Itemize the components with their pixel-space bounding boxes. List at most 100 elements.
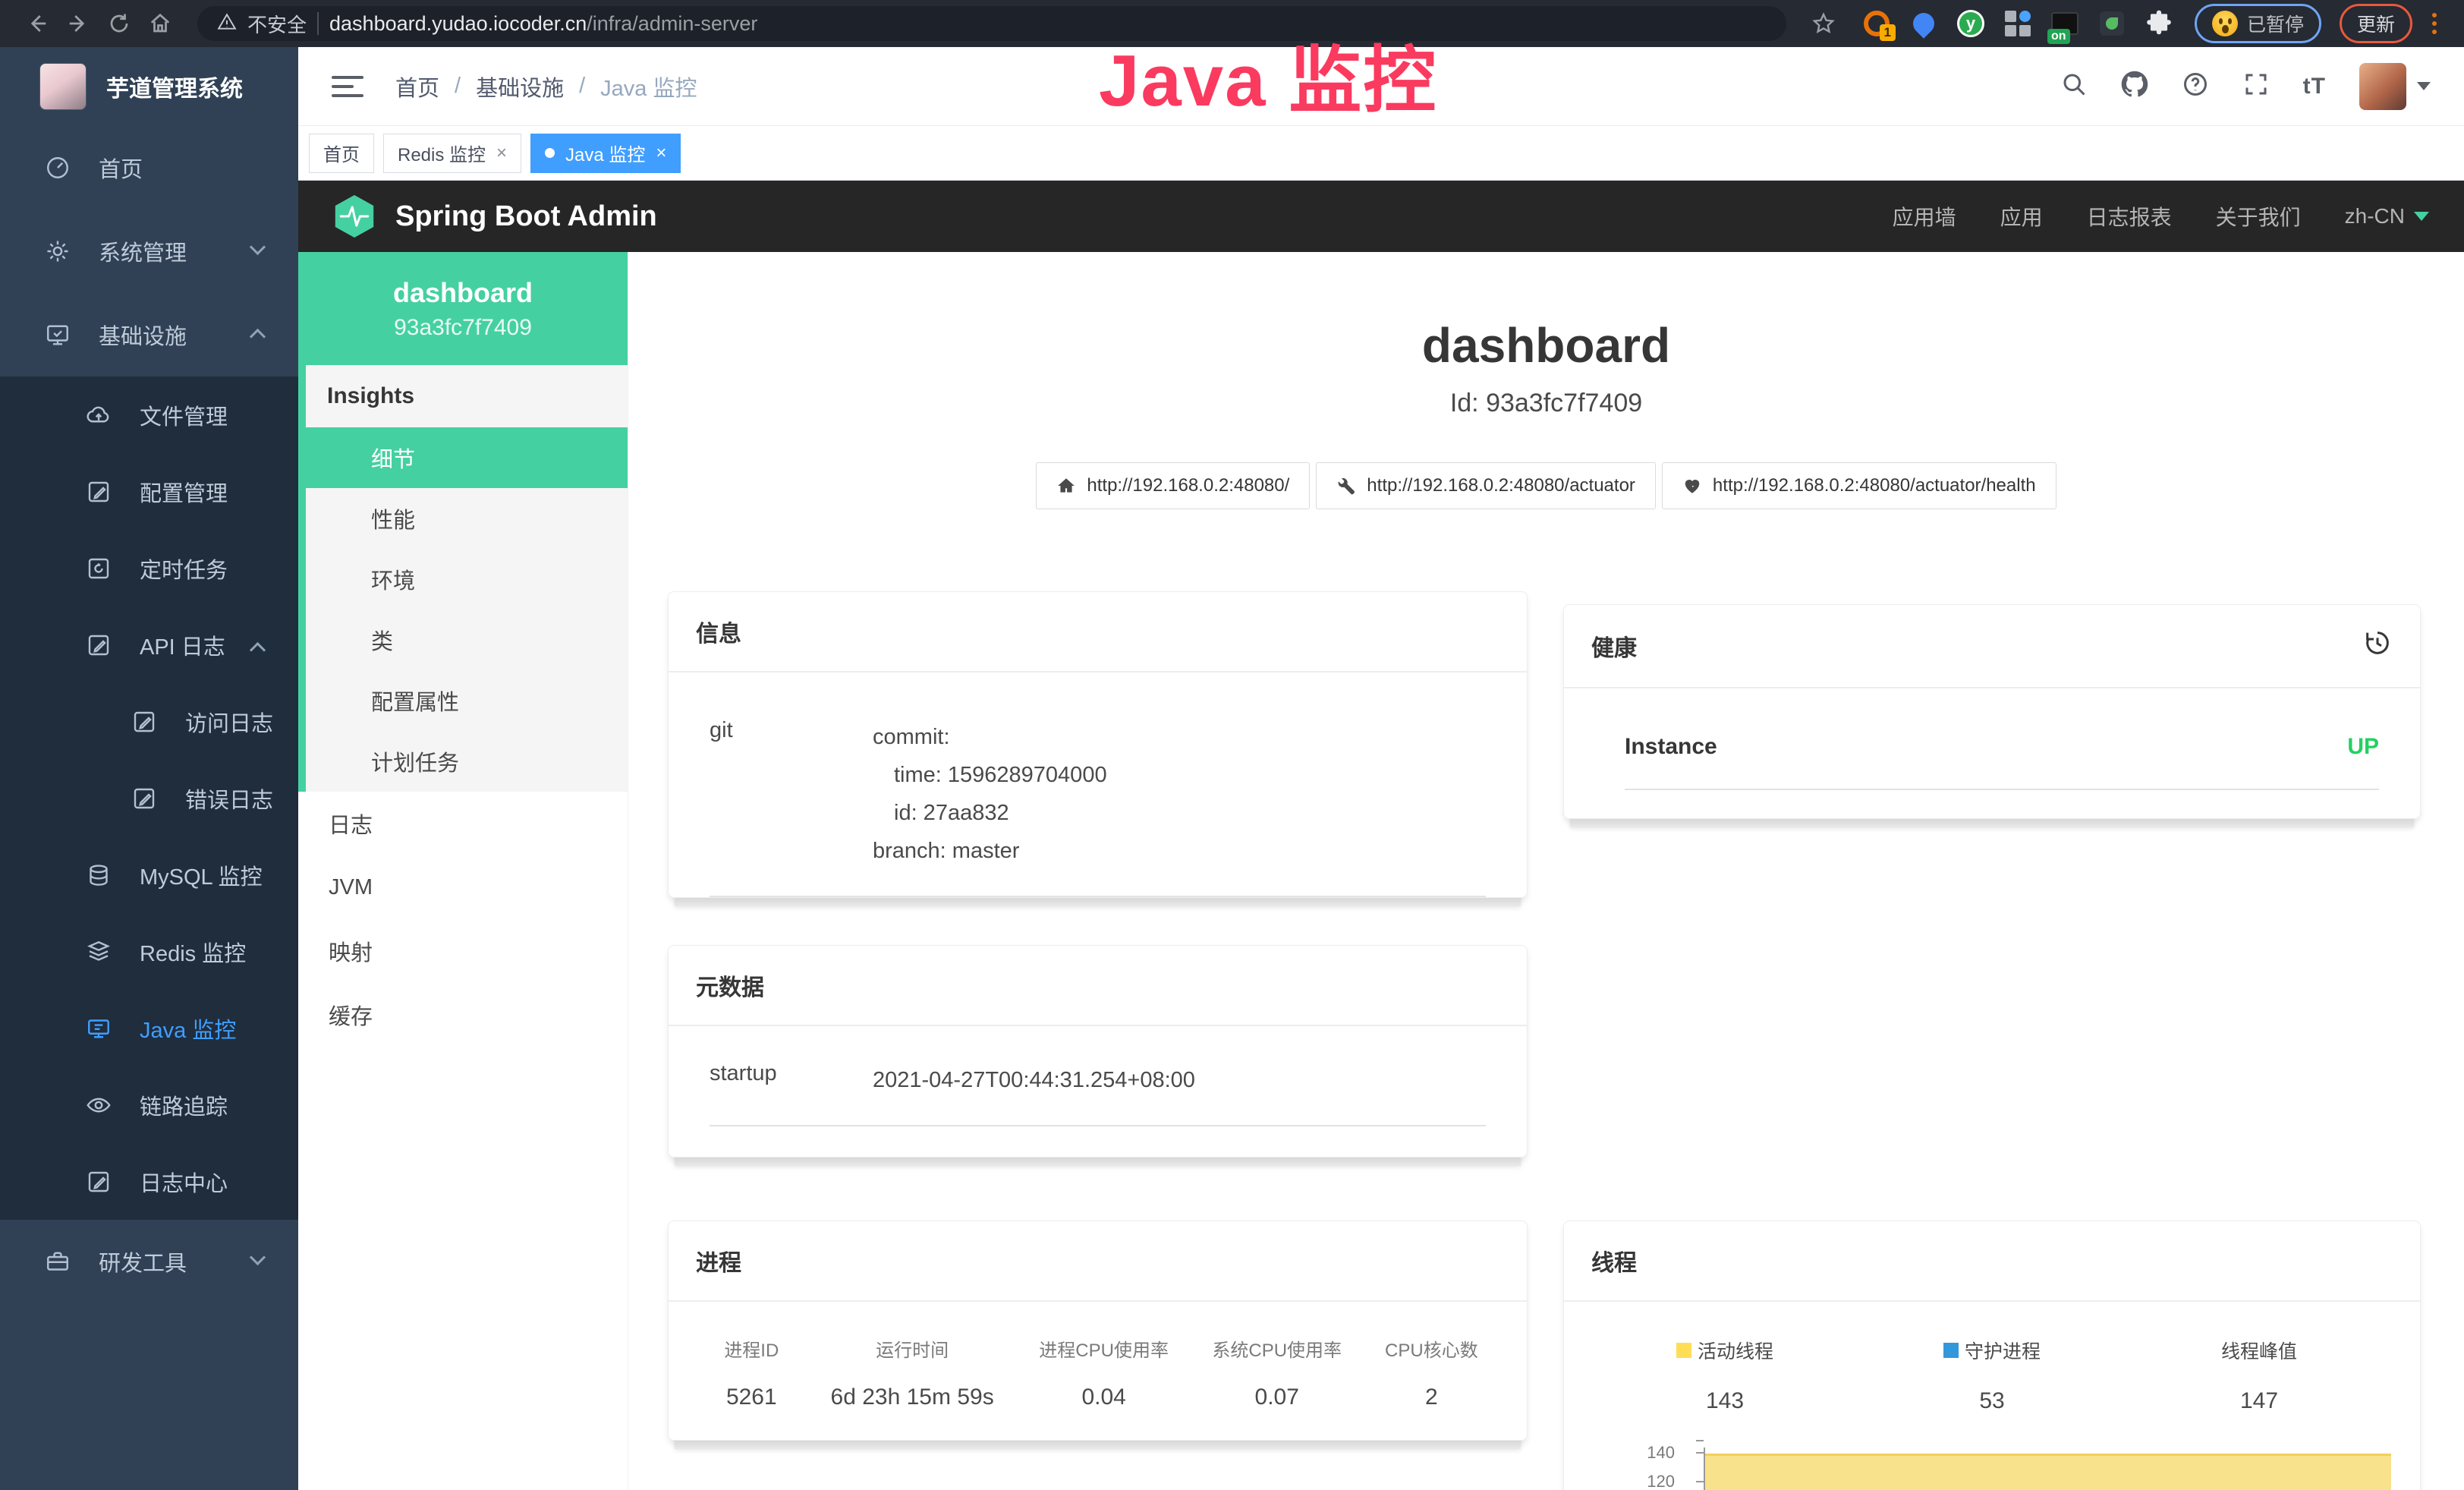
info-git-row: git commit: time: 1596289704000 id: 27aa… [710, 718, 1486, 897]
wrench-icon [1336, 476, 1356, 496]
extension-pin-icon[interactable] [1909, 9, 1938, 38]
layers-icon [85, 938, 112, 966]
sidebar-item-system[interactable]: 系统管理 [0, 209, 298, 293]
sba-menu-environment[interactable]: 环境 [306, 549, 628, 610]
database-icon [85, 862, 112, 889]
sba-nav-journal[interactable]: 日志报表 [2087, 201, 2172, 232]
service-url-button[interactable]: http://192.168.0.2:48080/ [1036, 462, 1310, 509]
fullscreen-icon[interactable] [2242, 71, 2270, 102]
sidebar-item-home[interactable]: 首页 [0, 126, 298, 209]
sba-nav-wallboard[interactable]: 应用墙 [1893, 201, 1956, 232]
extension-orange-icon[interactable]: 1 [1862, 9, 1891, 38]
font-size-icon[interactable]: tT [2303, 74, 2326, 99]
sba-menu-config-props[interactable]: 配置属性 [306, 670, 628, 731]
sba-nav-applications[interactable]: 应用 [2000, 201, 2043, 232]
address-bar[interactable]: 不安全 dashboard.yudao.iocoder.cn/infra/adm… [197, 6, 1786, 41]
stat-live-threads: 活动线程 143 [1591, 1337, 1858, 1414]
metadata-startup-row: startup 2021-04-27T00:44:31.254+08:00 [710, 1061, 1486, 1126]
sidebar-item-log-center[interactable]: 日志中心 [0, 1143, 298, 1220]
briefcase-icon [44, 1248, 71, 1275]
close-icon[interactable]: × [496, 143, 507, 164]
sidebar-item-config-management[interactable]: 配置管理 [0, 453, 298, 530]
chevron-down-icon [250, 1249, 266, 1265]
log-edit-icon [131, 785, 158, 812]
bookmark-star-icon[interactable] [1806, 6, 1841, 41]
sidebar-item-access-logs[interactable]: 访问日志 [0, 683, 298, 760]
not-secure-warning-icon [217, 12, 237, 36]
extension-leaf-icon[interactable] [2097, 9, 2126, 38]
sidebar-item-java-monitor[interactable]: Java 监控 [0, 990, 298, 1066]
hamburger-icon[interactable] [332, 76, 363, 97]
sba-language-select[interactable]: zh-CN [2345, 204, 2429, 228]
close-icon[interactable]: × [656, 143, 666, 164]
instance-name: dashboard [393, 277, 533, 309]
breadcrumb-infrastructure[interactable]: 基础设施 [476, 71, 564, 102]
edit-square-icon [85, 478, 112, 506]
home-icon[interactable] [143, 6, 178, 41]
gear-icon [44, 238, 71, 265]
home-icon [1056, 476, 1076, 496]
sba-menu-mappings[interactable]: 映射 [298, 919, 628, 983]
forward-icon[interactable] [61, 6, 96, 41]
health-url-button[interactable]: http://192.168.0.2:48080/actuator/health [1662, 462, 2056, 509]
chevron-down-icon [250, 239, 266, 255]
sidebar-item-mysql-monitor[interactable]: MySQL 监控 [0, 836, 298, 913]
sba-menu-logs[interactable]: 日志 [298, 792, 628, 855]
chevron-up-icon [250, 329, 266, 345]
browser-update-button[interactable]: 更新 [2340, 4, 2412, 43]
sidebar-item-api-logs[interactable]: API 日志 [0, 606, 298, 683]
sba-nav: 应用墙 应用 日志报表 关于我们 zh-CN [1893, 201, 2429, 232]
extension-y-icon[interactable]: y [1956, 9, 1985, 38]
tab-redis-monitor[interactable]: Redis 监控 × [383, 134, 521, 173]
page-url[interactable]: dashboard.yudao.iocoder.cn/infra/admin-s… [329, 12, 757, 36]
sba-brand[interactable]: Spring Boot Admin [333, 194, 657, 239]
reload-icon[interactable] [102, 6, 137, 41]
sidebar-item-trace[interactable]: 链路追踪 [0, 1066, 298, 1143]
cpu-cores: 2 [1364, 1384, 1499, 1410]
sidebar-item-infrastructure[interactable]: 基础设施 [0, 293, 298, 376]
profile-paused-pill[interactable]: 已暂停 [2195, 4, 2321, 43]
actuator-url-button[interactable]: http://192.168.0.2:48080/actuator [1316, 462, 1656, 509]
sba-menu-caches[interactable]: 缓存 [298, 983, 628, 1047]
sba-menu-metrics[interactable]: 性能 [306, 488, 628, 549]
extension-grid-icon[interactable] [2003, 9, 2032, 38]
sba-menu-classes[interactable]: 类 [306, 610, 628, 670]
tab-home[interactable]: 首页 [309, 134, 374, 173]
metadata-key: startup [710, 1061, 873, 1099]
threads-chart: 140 120 100 [1591, 1447, 2393, 1490]
browser-menu-icon[interactable] [2425, 13, 2444, 34]
user-menu[interactable] [2359, 63, 2431, 110]
sba-nav-about[interactable]: 关于我们 [2216, 201, 2301, 232]
security-label: 不安全 [247, 10, 307, 38]
extension-puzzle-icon[interactable] [2145, 9, 2173, 38]
process-col-header: 运行时间 [807, 1335, 1018, 1362]
java-monitor-icon [85, 1015, 112, 1042]
tab-java-monitor[interactable]: Java 监控 × [530, 134, 681, 173]
breadcrumb-home[interactable]: 首页 [395, 71, 439, 102]
back-icon[interactable] [20, 6, 55, 41]
sidebar-item-redis-monitor[interactable]: Redis 监控 [0, 913, 298, 990]
sba-menu-details[interactable]: 细节 [298, 427, 628, 488]
system-cpu: 0.07 [1191, 1384, 1364, 1410]
process-col-header: CPU核心数 [1364, 1335, 1499, 1362]
sidebar-item-scheduled-tasks[interactable]: 定时任务 [0, 530, 298, 606]
health-card-header: 健康 [1564, 605, 2420, 688]
legend-yellow-swatch [1676, 1343, 1691, 1358]
health-instance-label: Instance [1625, 734, 1717, 760]
header-actions: tT [2060, 63, 2431, 110]
sba-instance-header[interactable]: dashboard 93a3fc7f7409 [298, 252, 628, 365]
sba-menu-scheduled-tasks[interactable]: 计划任务 [306, 731, 628, 792]
help-icon[interactable] [2182, 71, 2209, 102]
app-title: 芋道管理系统 [106, 70, 243, 103]
extension-on-icon[interactable]: on [2050, 9, 2079, 38]
history-icon[interactable] [2362, 628, 2393, 664]
sba-menu-jvm[interactable]: JVM [298, 855, 628, 919]
sidebar-item-file-management[interactable]: 文件管理 [0, 376, 298, 453]
sidebar-item-dev-tools[interactable]: 研发工具 [0, 1220, 298, 1303]
annotation-java-monitor: Java 监控 [1099, 21, 1437, 127]
github-icon[interactable] [2121, 71, 2148, 102]
sidebar-item-error-logs[interactable]: 错误日志 [0, 760, 298, 836]
process-table: 进程ID 运行时间 进程CPU使用率 系统CPU使用率 CPU核心数 5261 … [696, 1335, 1499, 1410]
search-icon[interactable] [2060, 71, 2088, 102]
heartbeat-icon [1682, 476, 1702, 496]
